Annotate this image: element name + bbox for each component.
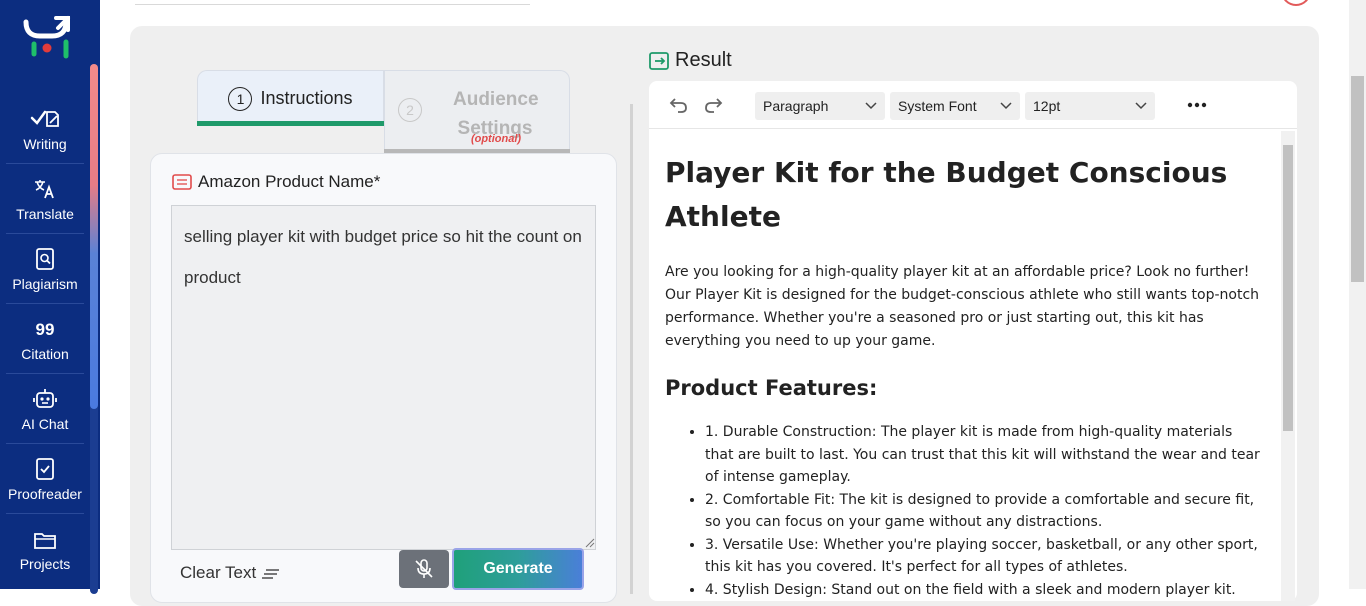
pen-check-icon — [30, 102, 60, 130]
quote-glyph: 99 — [35, 320, 55, 339]
result-header: Result — [649, 49, 732, 72]
robot-icon — [33, 382, 57, 410]
font-family-value: System Font — [898, 98, 977, 114]
feature-item: 2. Comfortable Fit: The kit is designed … — [705, 489, 1265, 534]
quote-icon: 99 — [36, 312, 55, 340]
step-number-2: 2 — [398, 98, 422, 122]
sidebar-item-label: Plagiarism — [12, 276, 78, 292]
sidebar-item-label: Writing — [23, 136, 67, 152]
font-size-value: 12pt — [1033, 98, 1061, 114]
sidebar-item-translate[interactable]: Translate — [6, 164, 84, 234]
sidebar-item-plagiarism[interactable]: Plagiarism — [6, 234, 84, 304]
folder-icon — [33, 522, 57, 550]
redo-icon[interactable] — [703, 94, 725, 116]
translate-icon — [33, 172, 57, 200]
product-name-label-text: Amazon Product Name* — [198, 172, 381, 191]
block-format-value: Paragraph — [763, 98, 829, 114]
tab-instructions-label: Instructions — [260, 88, 353, 108]
editor-scrollbar-thumb[interactable] — [1283, 145, 1293, 431]
chevron-down-icon — [1135, 102, 1147, 110]
app-logo[interactable] — [22, 14, 74, 62]
step-tabs: 1 Instructions 2 Audience Settings (opti… — [197, 70, 570, 154]
feature-item: 3. Versatile Use: Whether you're playing… — [705, 534, 1265, 579]
chevron-down-icon — [865, 102, 877, 110]
document-title: Player Kit for the Budget Conscious Athl… — [665, 156, 1228, 233]
clear-text-label: Clear Text — [180, 563, 257, 582]
sidebar-item-ai-chat[interactable]: AI Chat — [6, 374, 84, 444]
sidebar-item-projects[interactable]: Projects — [6, 514, 84, 584]
clear-text-button[interactable]: Clear Text — [180, 563, 280, 583]
editor-toolbar: Paragraph System Font 12pt — [649, 81, 1297, 129]
document-check-icon — [35, 452, 55, 480]
product-name-input[interactable]: selling player kit with budget price so … — [171, 205, 596, 550]
mic-off-button[interactable] — [399, 550, 449, 588]
active-tab-indicator — [197, 121, 384, 126]
panel-divider[interactable] — [630, 104, 633, 594]
sidebar-item-citation[interactable]: 99 Citation — [6, 304, 84, 374]
sidebar-item-label: Proofreader — [8, 486, 82, 502]
generate-button[interactable]: Generate — [452, 548, 584, 590]
clear-lines-icon — [262, 569, 280, 579]
resize-handle-icon[interactable] — [585, 538, 595, 548]
page-scrollbar-thumb[interactable] — [1351, 76, 1364, 282]
font-family-select[interactable]: System Font — [890, 92, 1020, 120]
font-size-select[interactable]: 12pt — [1025, 92, 1155, 120]
features-heading: Product Features: — [665, 376, 878, 400]
sidebar-item-label: Citation — [21, 346, 69, 362]
step-number-1: 1 — [228, 86, 253, 111]
mic-off-icon — [415, 559, 433, 578]
sidebar-item-label: AI Chat — [21, 416, 69, 432]
feature-item: 1. Durable Construction: The player kit … — [705, 421, 1265, 489]
chevron-down-icon — [1000, 102, 1012, 110]
profile-circle-icon[interactable] — [1281, 0, 1311, 6]
keyboard-icon — [172, 174, 192, 190]
tab-audience-settings[interactable]: 2 Audience Settings (optional) — [384, 70, 570, 153]
sidebar-item-label: Projects — [19, 556, 71, 572]
more-options-icon[interactable] — [1187, 95, 1207, 115]
feature-item: 4. Stylish Design: Stand out on the fiel… — [705, 579, 1265, 602]
sidebar-scrollbar-thumb[interactable] — [90, 64, 98, 409]
document-intro: Are you looking for a high-quality playe… — [665, 264, 1260, 349]
undo-icon[interactable] — [667, 94, 689, 116]
sidebar: Writing Translate Plagiarism 99 Citation… — [0, 0, 100, 594]
tab-instructions[interactable]: 1 Instructions — [197, 70, 384, 126]
block-format-select[interactable]: Paragraph — [755, 92, 885, 120]
document-search-icon — [35, 242, 55, 270]
optional-badge: (optional) — [470, 133, 522, 145]
top-divider — [135, 4, 530, 5]
result-editor: Paragraph System Font 12pt Player Kit fo… — [649, 81, 1297, 601]
result-title: Result — [675, 49, 732, 71]
sidebar-item-label: Translate — [16, 206, 74, 222]
export-icon — [649, 51, 669, 70]
features-list: 1. Durable Construction: The player kit … — [705, 421, 1265, 601]
product-name-label: Amazon Product Name* — [172, 172, 380, 192]
sidebar-item-writing[interactable]: Writing — [6, 94, 84, 164]
document-content[interactable]: Player Kit for the Budget Conscious Athl… — [665, 151, 1265, 601]
sidebar-item-proofreader[interactable]: Proofreader — [6, 444, 84, 514]
